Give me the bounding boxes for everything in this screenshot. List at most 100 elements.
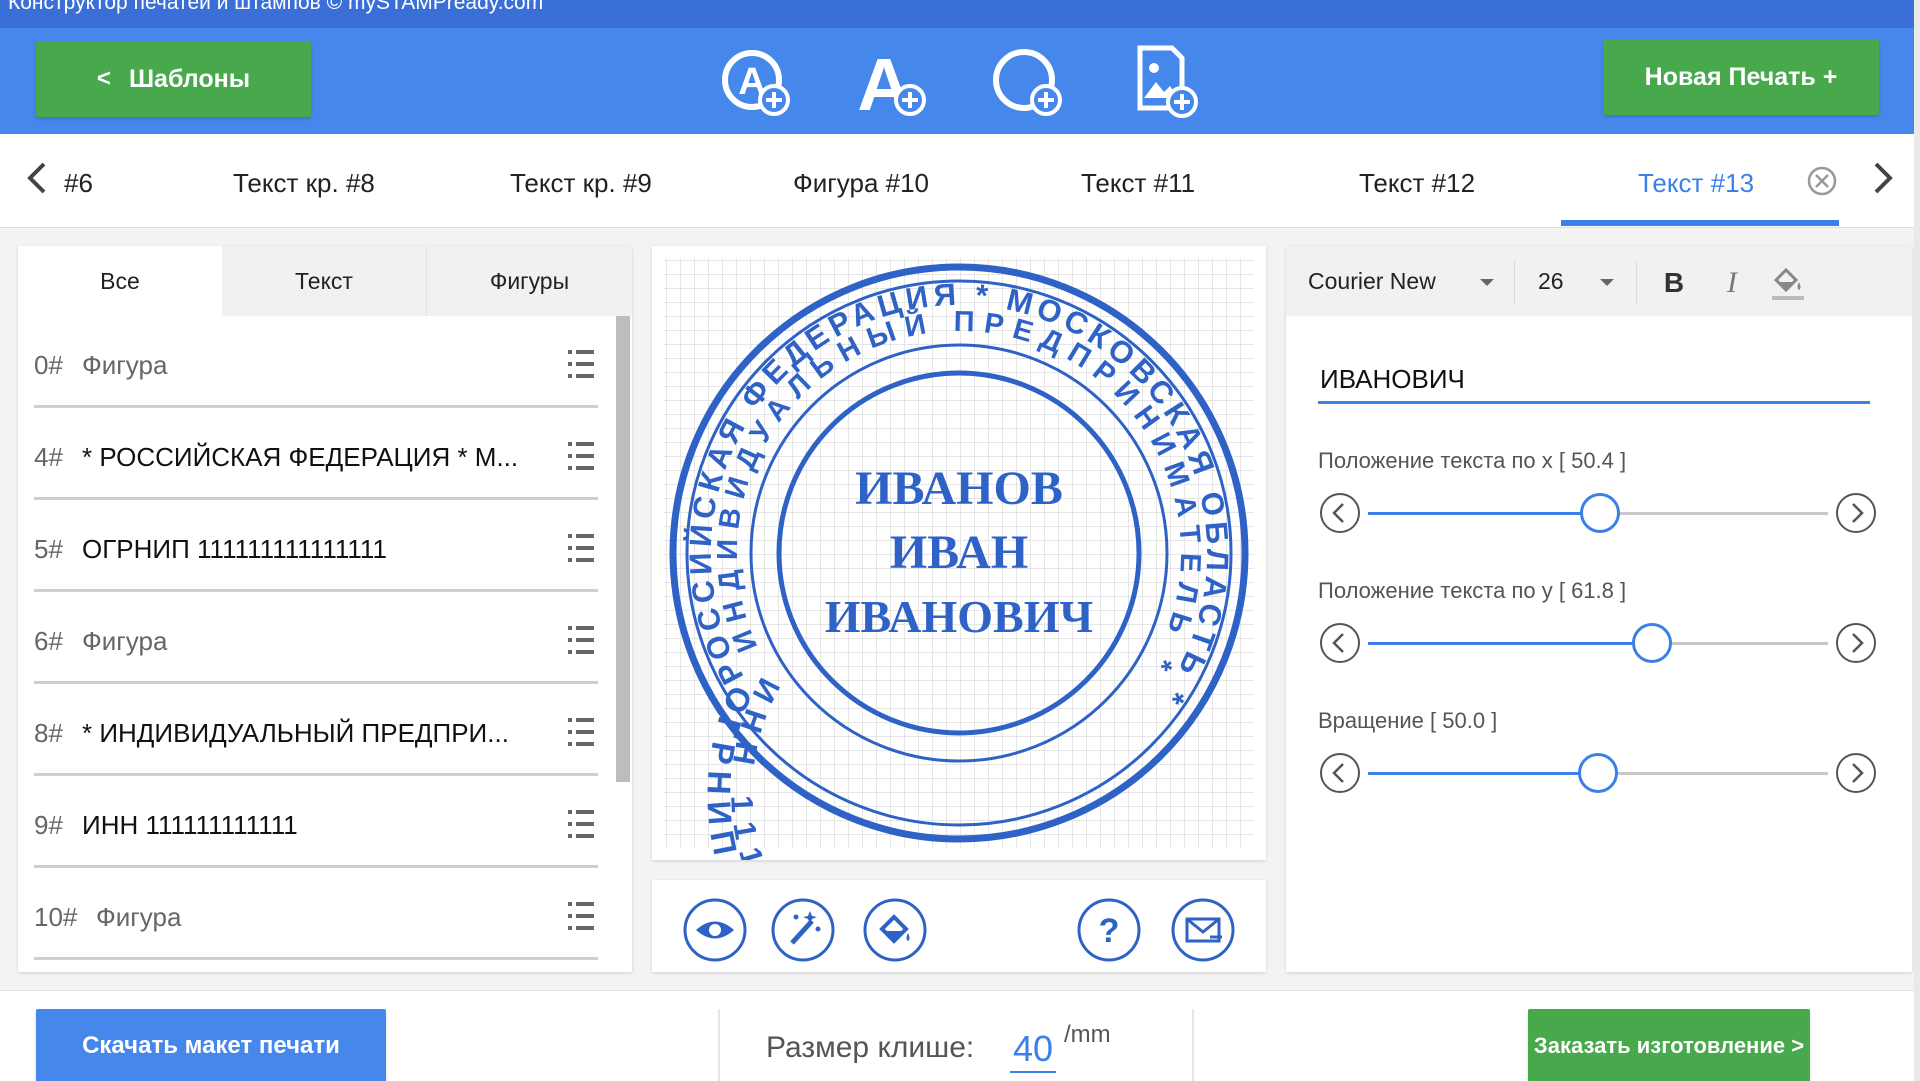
layer-label: Фигура [82, 350, 168, 380]
stamp-center-line: ИВАНОВ [855, 462, 1063, 515]
slider-thumb[interactable] [1578, 753, 1618, 793]
layers-panel: Все Текст Фигуры 0# Фигура 4# * РОССИЙСКАЯ … [18, 246, 632, 972]
slider-track[interactable] [1368, 623, 1828, 663]
templates-button-label: Шаблоны [128, 64, 251, 93]
add-image-icon[interactable] [1124, 42, 1204, 122]
stamp-canvas[interactable]: РОССИЙСКАЯ ФЕДЕРАЦИЯ * МОСКОВСКАЯ ОБЛАСТ… [652, 246, 1266, 860]
layer-number: 4# [34, 442, 63, 472]
layers-scrollbar[interactable] [616, 316, 630, 782]
drag-handle-list-icon[interactable] [566, 346, 596, 382]
x-position-label: Положение текста по x [ 50.4 ] [1318, 448, 1627, 473]
close-tab-icon[interactable] [1805, 164, 1839, 198]
layer-label: * РОССИЙСКАЯ ФЕДЕРАЦИЯ * М... [82, 442, 519, 472]
layer-item[interactable]: 0# Фигура [34, 316, 598, 408]
bottom-divider [1192, 1009, 1194, 1081]
slider-track[interactable] [1368, 493, 1828, 533]
font-family-select[interactable]: Courier New [1308, 268, 1436, 295]
layer-item[interactable]: 6# Фигура [34, 592, 598, 684]
italic-button[interactable]: I [1710, 260, 1754, 304]
filter-tab-figures[interactable]: Фигуры [427, 246, 632, 316]
layer-item[interactable]: 4# * РОССИЙСКАЯ ФЕДЕРАЦИЯ * М... [34, 408, 598, 500]
chevron-left-icon: < [96, 65, 111, 92]
app-title-bar: Конструктор печатей и штампов © mySTAMPr… [0, 0, 1915, 28]
filter-tab-all[interactable]: Все [18, 246, 222, 316]
bold-button[interactable]: B [1652, 260, 1696, 304]
rotation-label: Вращение [ 50.0 ] [1318, 708, 1498, 733]
layer-item[interactable]: 5# ОГРНИП 111111111111111 [34, 500, 598, 592]
tabs-prev-arrow-icon[interactable] [16, 156, 56, 200]
tab-text-12[interactable]: Текст #12 [1359, 168, 1475, 199]
font-family-caret-icon[interactable] [1480, 279, 1494, 286]
stamp-size-label: Размер клише: [766, 1031, 975, 1064]
filter-tab-text[interactable]: Текст [222, 246, 427, 316]
window-edge [1914, 0, 1920, 1081]
bottom-divider [718, 1009, 720, 1081]
templates-button[interactable]: < Шаблоны [36, 41, 311, 117]
tab-circular-text-9[interactable]: Текст кр. #9 [510, 168, 652, 199]
font-size-caret-icon[interactable] [1600, 279, 1614, 286]
drag-handle-list-icon[interactable] [566, 806, 596, 842]
layer-label: Фигура [96, 902, 182, 932]
help-icon[interactable]: ? [1076, 897, 1142, 963]
add-text-icon[interactable]: A [852, 42, 932, 126]
layer-item[interactable]: 10# Фигура [34, 868, 598, 960]
bottom-action-bar: Скачать макет печати Размер клише: 40 /m… [0, 990, 1915, 1081]
slider-track[interactable] [1368, 753, 1828, 793]
layer-item[interactable]: 8# * ИНДИВИДУАЛЬНЫЙ ПРЕДПРИ... [34, 684, 598, 776]
slider-increment-icon[interactable] [1834, 751, 1878, 795]
slider-fill [1368, 772, 1598, 775]
slider-thumb[interactable] [1579, 493, 1620, 533]
stamp-center-line: ИВАН [890, 526, 1028, 579]
toolbar-divider [1636, 260, 1637, 304]
tab-figure-10[interactable]: Фигура #10 [793, 168, 929, 199]
magic-wand-icon[interactable] [770, 897, 836, 963]
element-tabs: #6 Текст кр. #8 Текст кр. #9 Фигура #10 … [0, 134, 1915, 228]
tab-text-11[interactable]: Текст #11 [1081, 168, 1195, 199]
svg-text:?: ? [1099, 912, 1120, 950]
drag-handle-list-icon[interactable] [566, 622, 596, 658]
drag-handle-list-icon[interactable] [566, 714, 596, 750]
stamp-size-unit: /mm [1064, 1021, 1111, 1048]
canvas-action-bar: ? [652, 880, 1266, 972]
download-layout-button[interactable]: Скачать макет печати [36, 1009, 386, 1081]
text-content-input[interactable] [1318, 358, 1870, 404]
add-shape-icon[interactable] [988, 42, 1068, 122]
drag-handle-list-icon[interactable] [566, 438, 596, 474]
add-circular-text-icon[interactable]: A [716, 42, 796, 122]
y-position-label: Положение текста по y [ 61.8 ] [1318, 578, 1627, 603]
fill-color-icon[interactable] [862, 897, 928, 963]
slider-thumb[interactable] [1632, 623, 1673, 663]
slider-decrement-icon[interactable] [1318, 751, 1362, 795]
drag-handle-list-icon[interactable] [566, 898, 596, 934]
layer-number: 6# [34, 626, 63, 656]
slider-increment-icon[interactable] [1834, 491, 1878, 535]
text-format-toolbar: Courier New 26 B I [1286, 246, 1912, 316]
layer-number: 8# [34, 718, 63, 748]
rotation-slider [1318, 748, 1878, 798]
preview-eye-icon[interactable] [682, 897, 748, 963]
tab-6[interactable]: #6 [64, 168, 93, 199]
layer-label: * ИНДИВИДУАЛЬНЫЙ ПРЕДПРИ... [82, 718, 509, 748]
layer-number: 5# [34, 534, 63, 564]
stamp-center-line: ИВАНОВИЧ [825, 591, 1094, 642]
text-color-icon[interactable] [1766, 260, 1810, 304]
layer-label: Фигура [82, 626, 168, 656]
font-size-select[interactable]: 26 [1538, 268, 1564, 295]
x-position-slider [1318, 488, 1878, 538]
active-tab-indicator [1561, 220, 1839, 226]
slider-decrement-icon[interactable] [1318, 491, 1362, 535]
slider-fill [1368, 512, 1600, 515]
layer-item[interactable]: 9# ИНН 111111111111 [34, 776, 598, 868]
tab-text-13[interactable]: Текст #13 [1638, 168, 1754, 199]
tabs-next-arrow-icon[interactable] [1864, 156, 1904, 200]
email-icon[interactable] [1170, 897, 1236, 963]
stamp-size-input[interactable]: 40 [1010, 1027, 1056, 1073]
drag-handle-list-icon[interactable] [566, 530, 596, 566]
order-production-button[interactable]: Заказать изготовление > [1528, 1009, 1810, 1081]
slider-decrement-icon[interactable] [1318, 621, 1362, 665]
slider-increment-icon[interactable] [1834, 621, 1878, 665]
new-stamp-button[interactable]: Новая Печать + [1603, 39, 1879, 115]
y-position-slider [1318, 618, 1878, 668]
tab-circular-text-8[interactable]: Текст кр. #8 [233, 168, 375, 199]
text-properties-panel: Courier New 26 B I Положение текста по x… [1286, 246, 1912, 972]
